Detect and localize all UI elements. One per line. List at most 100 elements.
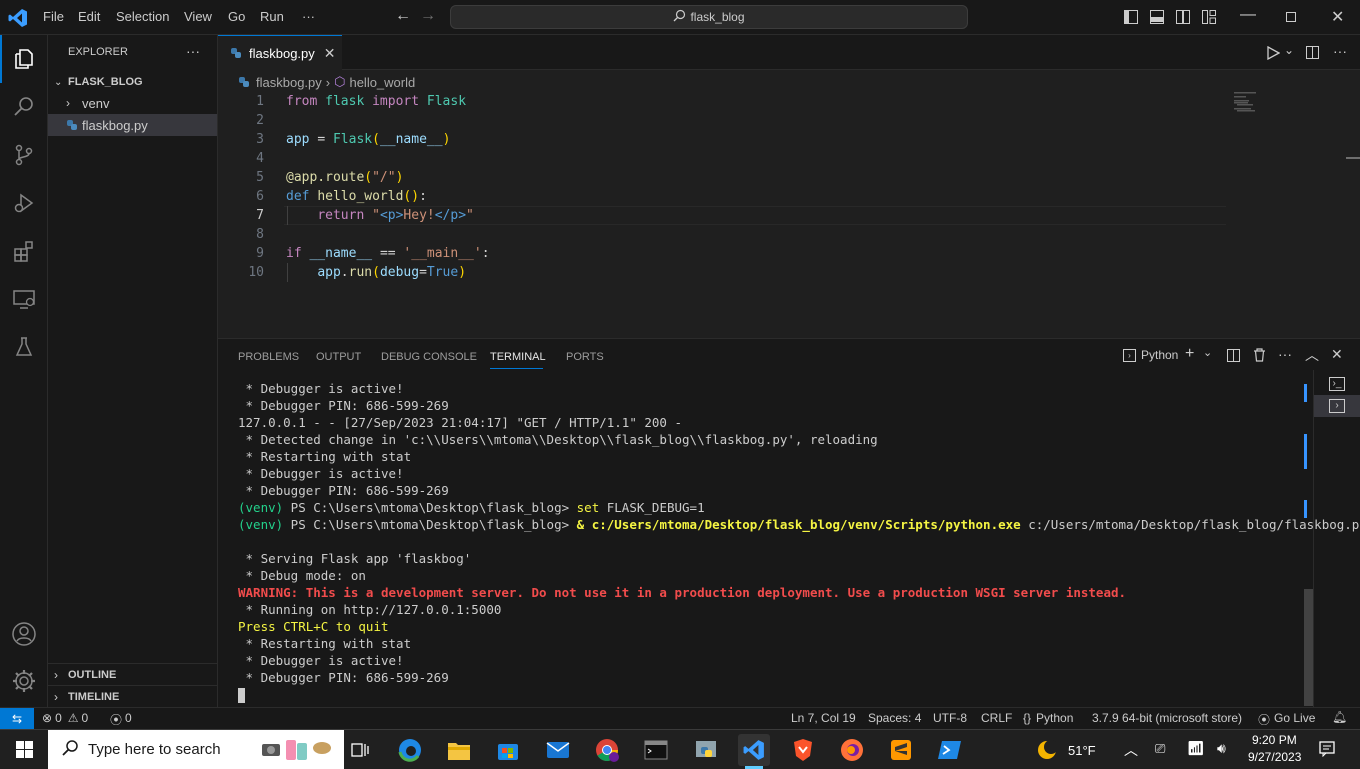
vscode-logo-icon <box>8 8 28 28</box>
taskbar-search-box[interactable]: Type here to search <box>48 730 344 769</box>
toggle-secondary-sidebar-icon[interactable] <box>1176 10 1190 24</box>
restore-icon[interactable] <box>1286 12 1296 22</box>
vscode-taskbar-icon[interactable] <box>738 734 770 766</box>
code-lines[interactable]: from flask import Flask app = Flask(__na… <box>286 92 490 282</box>
back-arrow-icon[interactable]: ← <box>395 7 411 25</box>
microsoft-store-icon[interactable] <box>492 734 524 766</box>
remote-indicator[interactable]: ⇆ <box>0 708 34 729</box>
run-debug-icon[interactable] <box>0 179 48 227</box>
clock-time[interactable]: 9:20 PM <box>1252 733 1297 747</box>
wifi-icon[interactable]: 📶︎ <box>1187 740 1205 757</box>
notifications-icon[interactable] <box>1319 741 1335 760</box>
toggle-primary-sidebar-icon[interactable] <box>1124 10 1138 24</box>
menu-go[interactable]: Go <box>228 9 245 24</box>
remote-explorer-icon[interactable] <box>0 275 48 323</box>
cursor-position[interactable]: Ln 7, Col 19 <box>791 711 856 725</box>
breadcrumb-symbol[interactable]: hello_world <box>349 75 415 90</box>
brave-browser-icon[interactable] <box>787 734 819 766</box>
outline-section[interactable]: › OUTLINE <box>48 663 217 685</box>
ports-indicator[interactable]: ⦿ 0 <box>110 711 132 728</box>
panel-more-button[interactable]: ··· <box>1278 346 1292 362</box>
command-center-search[interactable]: flask_blog <box>450 5 968 29</box>
edge-browser-icon[interactable] <box>394 734 426 766</box>
minimap[interactable] <box>1232 92 1262 114</box>
customize-layout-icon[interactable] <box>1202 10 1216 24</box>
python-idle-icon[interactable] <box>690 734 722 766</box>
trash-icon[interactable] <box>1253 348 1266 365</box>
menu-more[interactable]: ··· <box>302 9 315 24</box>
prompt-path: PS C:\Users\mtoma\Desktop\flask_blog> <box>283 517 577 532</box>
problems-indicator[interactable]: ⊗ 0 ⚠ 0 <box>42 711 88 725</box>
source-control-icon[interactable] <box>0 131 48 179</box>
menu-run[interactable]: Run <box>260 9 284 24</box>
encoding[interactable]: UTF-8 <box>933 711 967 725</box>
task-view-icon[interactable] <box>344 734 376 766</box>
tab-flaskbog[interactable]: flaskbog.py ✕ <box>218 35 342 70</box>
breadcrumb-file[interactable]: flaskbog.py <box>256 75 322 90</box>
timeline-section[interactable]: › TIMELINE <box>48 685 217 707</box>
language-mode[interactable]: {} Python <box>1023 711 1073 725</box>
menu-view[interactable]: View <box>184 9 212 24</box>
firefox-icon[interactable] <box>836 734 868 766</box>
show-hidden-icons-chevron-icon[interactable]: ︿ <box>1124 740 1138 760</box>
tab-terminal[interactable]: TERMINAL <box>490 351 546 363</box>
tab-problems[interactable]: PROBLEMS <box>238 351 299 363</box>
toggle-panel-icon[interactable] <box>1150 10 1164 24</box>
indentation[interactable]: Spaces: 4 <box>868 711 921 725</box>
accounts-icon[interactable] <box>0 610 48 658</box>
file-explorer-icon[interactable] <box>443 734 475 766</box>
terminal-line: * Debugger PIN: 686-599-269 <box>238 398 449 413</box>
editor-more-button[interactable]: ··· <box>1333 43 1347 59</box>
editor-tabs: flaskbog.py ✕ ⌄ ··· <box>218 35 1360 70</box>
tree-item-venv[interactable]: › venv <box>48 92 217 114</box>
code-line: app.run(debug=True) <box>317 265 467 280</box>
windows-start-icon[interactable] <box>16 741 33 761</box>
menu-file[interactable]: File <box>43 9 64 24</box>
menu-selection[interactable]: Selection <box>116 9 169 24</box>
manage-gear-icon[interactable] <box>0 657 48 705</box>
search-view-icon[interactable] <box>0 83 48 131</box>
minimize-icon[interactable]: — <box>1240 6 1256 24</box>
new-terminal-icon[interactable]: + <box>1185 345 1194 363</box>
scroll-marker <box>1304 384 1307 402</box>
tab-debug-console[interactable]: DEBUG CONSOLE <box>381 351 477 363</box>
close-window-icon[interactable]: ✕ <box>1331 7 1344 27</box>
clock-date[interactable]: 9/27/2023 <box>1248 750 1301 764</box>
powershell-icon[interactable] <box>934 734 966 766</box>
broadcast-icon: ⦿ <box>110 713 123 727</box>
volume-icon[interactable]: 🔊︎ <box>1217 740 1226 757</box>
terminal-shell-selector[interactable]: › Python <box>1123 348 1178 362</box>
tree-item-flaskbog[interactable]: flaskbog.py <box>48 114 217 136</box>
terminal-scrollbar[interactable] <box>1304 589 1313 706</box>
mail-icon[interactable] <box>542 734 574 766</box>
explorer-more-button[interactable]: ··· <box>186 43 200 59</box>
run-dropdown-chevron-icon[interactable]: ⌄ <box>1284 43 1294 57</box>
python-interpreter[interactable]: 3.7.9 64-bit (microsoft store) <box>1092 711 1242 725</box>
go-live-button[interactable]: ⦿ Go Live <box>1258 711 1315 728</box>
testing-icon[interactable] <box>0 323 48 371</box>
tab-output[interactable]: OUTPUT <box>316 351 361 363</box>
chevron-down-icon[interactable]: ⌄ <box>1203 346 1212 359</box>
split-terminal-icon[interactable] <box>1227 349 1240 362</box>
close-panel-icon[interactable]: ✕ <box>1331 346 1343 363</box>
terminal-icon: › <box>1123 348 1136 362</box>
folder-root[interactable]: ⌄ FLASK_BLOG <box>48 71 217 93</box>
sublime-text-icon[interactable] <box>885 734 917 766</box>
extensions-icon[interactable] <box>0 227 48 275</box>
chrome-icon[interactable] <box>591 734 623 766</box>
weather-widget[interactable]: 51°F <box>1036 739 1096 761</box>
terminal-app-icon[interactable] <box>640 734 672 766</box>
close-tab-icon[interactable]: ✕ <box>324 45 336 62</box>
terminal-instance-powershell[interactable]: ›_ <box>1329 377 1345 391</box>
forward-arrow-icon[interactable]: → <box>420 7 436 25</box>
line-ending[interactable]: CRLF <box>981 711 1012 725</box>
terminal-instance-python[interactable]: › <box>1314 395 1360 417</box>
menu-edit[interactable]: Edit <box>78 9 100 24</box>
maximize-panel-icon[interactable]: ︿ <box>1305 345 1319 365</box>
meet-now-icon[interactable]: ⎚ <box>1155 741 1165 757</box>
split-editor-icon[interactable] <box>1306 46 1319 59</box>
tab-ports[interactable]: PORTS <box>566 351 604 363</box>
bell-icon[interactable]: 🔔︎ <box>1332 710 1347 724</box>
explorer-icon[interactable] <box>0 35 48 83</box>
run-python-file-icon[interactable] <box>1266 45 1281 63</box>
